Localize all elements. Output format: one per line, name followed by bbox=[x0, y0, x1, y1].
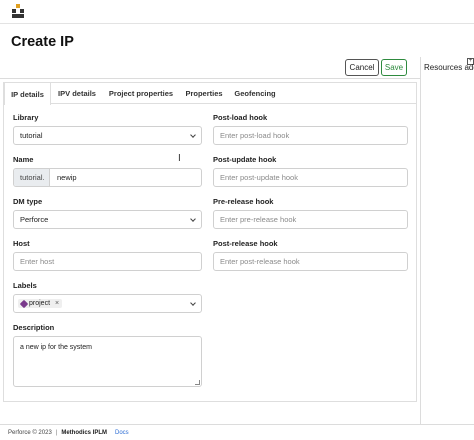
tab-project-properties[interactable]: Project properties bbox=[103, 83, 179, 104]
post-release-hook-input[interactable]: Enter post-release hook bbox=[213, 252, 408, 271]
labels-select[interactable]: project × bbox=[13, 294, 202, 313]
tab-bar: IP details IPV details Project propertie… bbox=[4, 83, 416, 105]
library-label: Library bbox=[13, 113, 39, 122]
dm-type-value: Perforce bbox=[20, 215, 49, 224]
dm-type-label: DM type bbox=[13, 197, 43, 206]
post-release-hook-placeholder: Enter post-release hook bbox=[220, 257, 300, 266]
dm-type-select[interactable]: Perforce bbox=[13, 210, 202, 229]
tab-ipv-details[interactable]: IPV details bbox=[53, 83, 101, 104]
save-button[interactable]: Save bbox=[381, 59, 407, 76]
chevron-down-icon bbox=[190, 300, 196, 306]
name-label: Name bbox=[13, 155, 34, 164]
labels-label: Labels bbox=[13, 281, 37, 290]
name-input-value: newip bbox=[57, 173, 77, 182]
cancel-button[interactable]: Cancel bbox=[345, 59, 379, 76]
pre-release-hook-input[interactable]: Enter pre-release hook bbox=[213, 210, 408, 229]
name-prefix: tutorial. bbox=[14, 169, 50, 186]
methodics-logo-icon[interactable] bbox=[11, 4, 25, 18]
description-textarea[interactable]: a new ip for the system bbox=[13, 336, 202, 387]
tab-properties[interactable]: Properties bbox=[181, 83, 227, 104]
post-load-hook-label: Post-load hook bbox=[213, 113, 268, 122]
description-value: a new ip for the system bbox=[20, 344, 92, 351]
label-chip: project × bbox=[18, 299, 63, 308]
label-chip-text: project bbox=[29, 300, 51, 307]
footer-brand: Methodics IPLM bbox=[61, 429, 108, 436]
top-bar bbox=[0, 0, 474, 24]
post-update-hook-input[interactable]: Enter post-update hook bbox=[213, 168, 408, 187]
resources-panel-title: Resources added bbox=[424, 63, 474, 72]
header-divider bbox=[0, 78, 421, 79]
footer-copyright: Perforce © 2023 bbox=[8, 429, 52, 436]
ip-form-panel: IP details IPV details Project propertie… bbox=[3, 82, 417, 402]
page-title: Create IP bbox=[11, 34, 74, 50]
pre-release-hook-placeholder: Enter pre-release hook bbox=[220, 215, 297, 224]
post-update-hook-label: Post-update hook bbox=[213, 155, 277, 164]
post-load-hook-placeholder: Enter post-load hook bbox=[220, 131, 290, 140]
chevron-down-icon bbox=[190, 132, 196, 138]
host-placeholder: Enter host bbox=[20, 257, 55, 266]
side-panel-divider bbox=[420, 57, 421, 425]
name-field[interactable]: tutorial. newip bbox=[13, 168, 202, 187]
host-input[interactable]: Enter host bbox=[13, 252, 202, 271]
description-label: Description bbox=[13, 323, 55, 332]
library-value: tutorial bbox=[20, 131, 43, 140]
remove-chip-icon[interactable]: × bbox=[55, 300, 59, 307]
post-load-hook-input[interactable]: Enter post-load hook bbox=[213, 126, 408, 145]
library-select[interactable]: tutorial bbox=[13, 126, 202, 145]
host-label: Host bbox=[13, 239, 30, 248]
tag-icon bbox=[19, 299, 29, 308]
resize-handle-icon[interactable] bbox=[195, 380, 200, 385]
post-release-hook-label: Post-release hook bbox=[213, 239, 278, 248]
docs-link[interactable]: Docs bbox=[115, 430, 129, 436]
footer-separator: | bbox=[55, 429, 58, 436]
footer: Perforce © 2023 | Methodics IPLM Docs bbox=[0, 424, 474, 440]
text-cursor-icon: I bbox=[178, 153, 181, 164]
post-update-hook-placeholder: Enter post-update hook bbox=[220, 173, 298, 182]
tab-geofencing[interactable]: Geofencing bbox=[229, 83, 281, 104]
pre-release-hook-label: Pre-release hook bbox=[213, 197, 274, 206]
chevron-down-icon bbox=[190, 216, 196, 222]
tab-ip-details[interactable]: IP details bbox=[4, 83, 51, 105]
